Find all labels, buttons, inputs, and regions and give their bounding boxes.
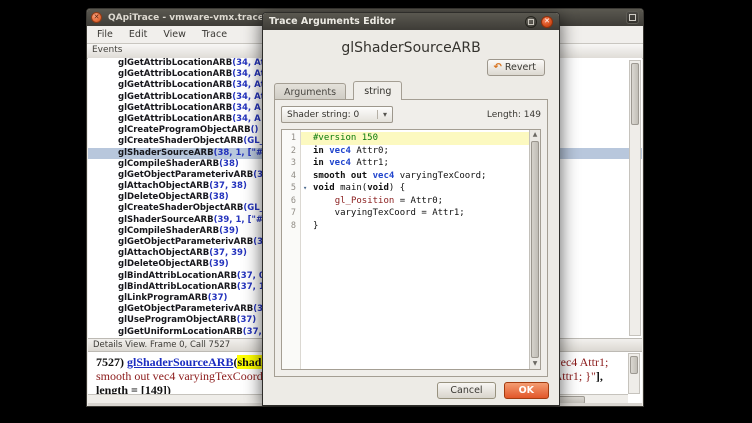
menu-item-view[interactable]: View <box>155 27 194 43</box>
code-line: in vec4 Attr0; <box>313 145 529 158</box>
editor-toolbar: Shader string: 0 ▾ Length: 149 <box>281 106 541 123</box>
revert-button[interactable]: ↶ Revert <box>487 59 545 76</box>
length-label: Length: 149 <box>487 110 541 120</box>
dialog-title: Trace Arguments Editor <box>269 16 521 27</box>
code-lines[interactable]: #version 150in vec4 Attr0;in vec4 Attr1;… <box>301 130 529 369</box>
details-vscrollbar[interactable] <box>628 353 640 394</box>
code-line: gl_Position = Attr0; <box>313 195 529 208</box>
close-icon[interactable]: ✕ <box>541 16 553 28</box>
cancel-button[interactable]: Cancel <box>437 382 495 399</box>
menu-item-edit[interactable]: Edit <box>121 27 155 43</box>
fold-marker-icon[interactable]: ▾ <box>303 184 307 192</box>
dialog-tabs: Arguments string <box>274 81 404 100</box>
tab-string[interactable]: string <box>353 81 402 100</box>
details-vscrollbar-thumb[interactable] <box>630 356 638 374</box>
line-number: 1 <box>282 132 300 145</box>
line-number: 5 <box>282 182 300 195</box>
maximize-button[interactable] <box>525 16 537 28</box>
events-scrollbar-thumb[interactable] <box>631 63 639 125</box>
menu-item-trace[interactable]: Trace <box>194 27 235 43</box>
line-number: 7 <box>282 207 300 220</box>
details-call-link[interactable]: glShaderSourceARB <box>127 355 233 369</box>
scroll-up-icon[interactable]: ▲ <box>530 130 540 140</box>
line-number: 3 <box>282 157 300 170</box>
dialog-heading: glShaderSourceARB <box>263 40 559 56</box>
line-number: 8 <box>282 220 300 233</box>
desktop-background: ✕ QApiTrace - vmware-vmx.trace FileEditV… <box>0 0 752 423</box>
dialog-button-row: Cancel OK <box>437 382 549 399</box>
scroll-down-icon[interactable]: ▼ <box>530 359 540 369</box>
restore-button[interactable] <box>626 11 639 24</box>
code-line: in vec4 Attr1; <box>313 157 529 170</box>
line-number: 4 <box>282 170 300 183</box>
details-text-segment: 7527) <box>96 355 127 369</box>
string-tab-panel: Shader string: 0 ▾ Length: 149 12345678 … <box>274 99 548 377</box>
code-line: varyingTexCoord = Attr1; <box>313 207 529 220</box>
code-line: smooth out vec4 varyingTexCoord; <box>313 170 529 183</box>
close-icon[interactable]: ✕ <box>91 12 102 23</box>
trace-arguments-editor-dialog: Trace Arguments Editor ✕ glShaderSourceA… <box>262 12 560 406</box>
code-gutter: 12345678 <box>282 130 301 369</box>
editor-scrollbar[interactable]: ▲ ▼ <box>529 130 540 369</box>
chevron-down-icon: ▾ <box>377 110 392 119</box>
shader-string-combo-value: Shader string: 0 <box>282 110 377 120</box>
shader-source-editor[interactable]: 12345678 #version 150in vec4 Attr0;in ve… <box>281 129 541 370</box>
events-scrollbar[interactable] <box>629 60 641 336</box>
dialog-titlebar[interactable]: Trace Arguments Editor ✕ <box>263 13 559 30</box>
revert-button-label: Revert <box>505 62 536 73</box>
menu-item-file[interactable]: File <box>89 27 121 43</box>
code-line: } <box>313 220 529 233</box>
code-line: #version 150 <box>301 132 529 145</box>
restore-icon <box>629 14 636 21</box>
line-number: 2 <box>282 145 300 158</box>
code-line: ▾void main(void) { <box>313 182 529 195</box>
shader-string-combo[interactable]: Shader string: 0 ▾ <box>281 106 393 123</box>
tab-arguments[interactable]: Arguments <box>274 83 346 100</box>
line-number: 6 <box>282 195 300 208</box>
maximize-icon <box>528 19 534 25</box>
ok-button[interactable]: OK <box>504 382 549 399</box>
undo-icon: ↶ <box>493 63 501 73</box>
editor-scrollbar-thumb[interactable] <box>531 141 539 358</box>
